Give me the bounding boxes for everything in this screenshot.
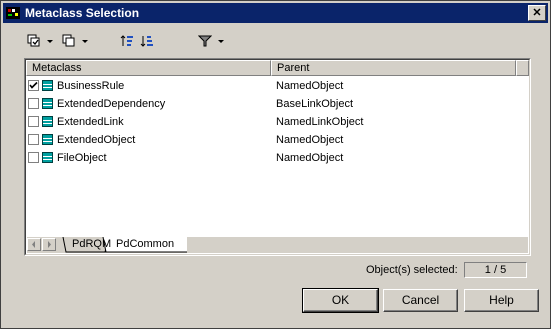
cell-metaclass: ExtendedLink (57, 116, 124, 128)
help-button[interactable]: Help (464, 289, 539, 312)
deselect-all-icon (62, 34, 75, 47)
tab-scroll-left-button[interactable] (27, 238, 41, 251)
metaclass-icon (42, 116, 53, 127)
sort-descending-button[interactable] (140, 32, 154, 50)
close-button[interactable]: ✕ (528, 5, 546, 21)
chevron-down-icon (82, 39, 88, 43)
cell-parent: NamedObject (276, 152, 344, 164)
tab-pdrqm[interactable]: PdRQM (67, 237, 116, 252)
cell-parent: NamedObject (276, 80, 344, 92)
tab-scroll-right-button[interactable] (42, 238, 56, 251)
sort-ascending-button[interactable] (120, 32, 134, 50)
table-row[interactable]: ExtendedObject NamedObject (26, 131, 529, 149)
metaclass-icon (42, 134, 53, 145)
filter-icon (198, 35, 212, 47)
deselect-all-button[interactable] (62, 32, 90, 50)
column-header-metaclass[interactable]: Metaclass (26, 60, 271, 76)
cell-metaclass: BusinessRule (57, 80, 125, 92)
table-row[interactable]: BusinessRule NamedObject (26, 77, 529, 95)
arrow-left-icon (32, 241, 35, 248)
cancel-button[interactable]: Cancel (383, 289, 458, 312)
chevron-down-icon (218, 39, 224, 43)
row-checkbox[interactable] (28, 134, 39, 145)
filter-button[interactable] (198, 32, 226, 50)
toolbar (1, 29, 550, 53)
table-row[interactable]: ExtendedDependency BaseLinkObject (26, 95, 529, 113)
metaclass-icon (42, 80, 53, 91)
tab-pdcommon[interactable]: PdCommon (111, 237, 179, 252)
column-header-filler (516, 60, 529, 76)
cell-metaclass: ExtendedObject (57, 134, 136, 146)
title-bar[interactable]: Metaclass Selection ✕ (3, 3, 548, 23)
row-checkbox[interactable] (28, 80, 39, 91)
row-checkbox[interactable] (28, 116, 39, 127)
select-all-icon (27, 34, 40, 47)
sort-ascending-icon (120, 35, 133, 46)
ok-button[interactable]: OK (302, 288, 379, 313)
checkmark-icon (29, 81, 38, 89)
table-row[interactable]: FileObject NamedObject (26, 149, 529, 167)
row-checkbox[interactable] (28, 152, 39, 163)
window-title: Metaclass Selection (25, 6, 140, 20)
selected-count-value: 1 / 5 (464, 262, 527, 278)
metaclass-selection-dialog: Metaclass Selection ✕ Metaclass Parent B… (0, 0, 551, 329)
selected-count-label: Object(s) selected: (366, 264, 458, 276)
app-icon (6, 7, 20, 19)
cell-metaclass: ExtendedDependency (57, 98, 166, 110)
cell-parent: BaseLinkObject (276, 98, 354, 110)
row-checkbox[interactable] (28, 98, 39, 109)
select-all-button[interactable] (27, 32, 55, 50)
arrow-right-icon (48, 241, 51, 248)
chevron-down-icon (47, 39, 53, 43)
column-header-parent[interactable]: Parent (271, 60, 516, 76)
metaclass-grid: Metaclass Parent BusinessRule NamedObject… (24, 58, 531, 256)
metaclass-icon (42, 98, 53, 109)
metaclass-icon (42, 152, 53, 163)
cell-metaclass: FileObject (57, 152, 107, 164)
sort-descending-icon (140, 36, 153, 47)
cell-parent: NamedLinkObject (276, 116, 364, 128)
sheet-tab-bar: PdRQM PdCommon (27, 237, 528, 253)
cell-parent: NamedObject (276, 134, 344, 146)
table-row[interactable]: ExtendedLink NamedLinkObject (26, 113, 529, 131)
